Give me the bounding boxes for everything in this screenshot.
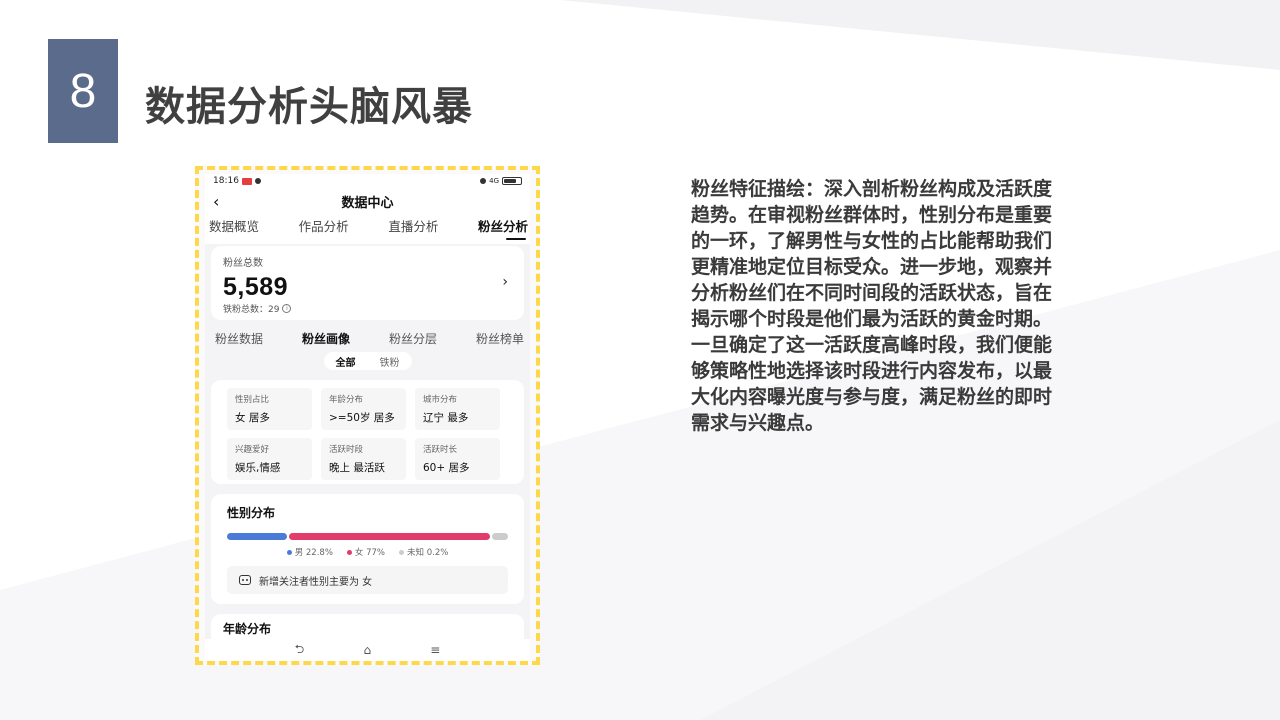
info-icon[interactable]: i: [282, 304, 292, 313]
notification-dot-icon: [254, 178, 261, 184]
segment-wrap: 全部 铁粉: [205, 352, 530, 370]
signal-icon: [480, 178, 487, 184]
tab-overview[interactable]: 数据概览: [209, 214, 259, 235]
gender-legend: 男 22.8% 女 77% 未知 0.2%: [227, 546, 508, 558]
profile-value: 晚上 最活跃: [329, 462, 385, 474]
robot-icon: [239, 575, 251, 585]
legend-male: 男 22.8%: [286, 546, 333, 558]
gender-card: 性别分布 男 22.8% 女 77% 未知 0.2% 新增关注者性别主要为 女: [211, 494, 524, 604]
profile-value: 辽宁 最多: [423, 412, 469, 424]
profile-label: 城市分布: [423, 395, 458, 405]
nav-bar: ‹ 数据中心: [205, 188, 530, 214]
legend-unknown: 未知 0.2%: [399, 546, 448, 558]
legend-female: 女 77%: [346, 546, 386, 558]
profile-label: 兴趣爱好: [235, 445, 270, 455]
fans-total-value: 5,589: [223, 273, 289, 301]
segment-all[interactable]: 全部: [328, 353, 364, 370]
female-dot-icon: [346, 549, 352, 555]
legend-male-label: 男 22.8%: [294, 548, 333, 558]
back-icon[interactable]: ‹: [213, 192, 219, 211]
sub-tabs: 粉丝数据 粉丝画像 粉丝分层 粉丝榜单: [205, 330, 530, 350]
profile-label: 活跃时段: [329, 445, 364, 455]
profile-cell: 兴趣爱好 娱乐,情感: [227, 438, 312, 480]
status-time: 18:16: [213, 176, 239, 186]
slide-number-badge: 8: [48, 39, 118, 143]
slide-title: 数据分析头脑风暴: [145, 84, 473, 130]
tab-fans[interactable]: 粉丝分析: [478, 214, 528, 240]
tab-live[interactable]: 直播分析: [388, 214, 438, 235]
system-home-icon[interactable]: ⌂: [363, 643, 371, 657]
profile-cell: 性别占比 女 居多: [227, 388, 312, 430]
profile-card: 性别占比 女 居多 年龄分布 >=50岁 居多 城市分布 辽宁 最多 兴趣爱好 …: [211, 380, 524, 484]
main-tabs: 数据概览 作品分析 直播分析 粉丝分析: [205, 214, 530, 244]
profile-value: 60+ 居多: [423, 462, 470, 474]
gender-bar: [227, 533, 508, 540]
chevron-right-icon[interactable]: ›: [502, 274, 508, 290]
profile-value: 女 居多: [235, 412, 270, 424]
phone-screenshot: 18:16 4G ‹ 数据中心 数据概览 作品分析 直播分析 粉丝分析 粉丝总数…: [205, 174, 530, 661]
subtab-fans-tiers[interactable]: 粉丝分层: [389, 330, 437, 350]
legend-female-label: 女 77%: [354, 548, 386, 558]
unknown-dot-icon: [399, 549, 405, 555]
gender-bar-male: [227, 533, 287, 540]
profile-cell: 活跃时长 60+ 居多: [415, 438, 500, 480]
iron-fans-label: 铁粉总数：29: [223, 305, 280, 315]
profile-grid: 性别占比 女 居多 年龄分布 >=50岁 居多 城市分布 辽宁 最多 兴趣爱好 …: [227, 388, 508, 480]
network-label: 4G: [489, 177, 499, 185]
system-nav-bar: ⮌ ⌂ ≡: [205, 639, 530, 661]
age-title: 年龄分布: [223, 622, 272, 636]
subtab-fans-data[interactable]: 粉丝数据: [215, 330, 263, 350]
body-paragraph: 粉丝特征描绘：深入剖析粉丝构成及活跃度趋势。在审视粉丝群体时，性别分布是重要的一…: [691, 178, 1053, 434]
profile-label: 活跃时长: [423, 445, 458, 455]
male-dot-icon: [286, 549, 292, 555]
nav-title: 数据中心: [341, 195, 394, 211]
legend-unknown-label: 未知 0.2%: [407, 548, 449, 558]
gender-bar-female: [288, 533, 491, 540]
gender-bar-unknown: [492, 533, 508, 540]
gender-note-text: 新增关注者性别主要为 女: [259, 576, 373, 588]
tab-works[interactable]: 作品分析: [299, 214, 349, 235]
fans-total-card[interactable]: 粉丝总数 5,589 铁粉总数：29 i ›: [211, 246, 524, 320]
profile-label: 年龄分布: [329, 395, 364, 405]
subtab-fans-ranking[interactable]: 粉丝榜单: [476, 330, 524, 350]
status-bar: 18:16 4G: [205, 174, 530, 188]
profile-label: 性别占比: [235, 395, 270, 405]
iron-fans-row: 铁粉总数：29 i: [223, 302, 512, 315]
segment-control: 全部 铁粉: [323, 352, 412, 370]
profile-value: 娱乐,情感: [235, 462, 281, 474]
system-back-icon[interactable]: ⮌: [295, 640, 305, 661]
profile-cell: 城市分布 辽宁 最多: [415, 388, 500, 430]
notification-icon: [241, 177, 252, 185]
gender-note: 新增关注者性别主要为 女: [227, 566, 508, 594]
profile-cell: 年龄分布 >=50岁 居多: [321, 388, 406, 430]
fans-total-label: 粉丝总数: [223, 258, 263, 269]
battery-icon: [502, 177, 522, 185]
profile-value: >=50岁 居多: [329, 412, 395, 424]
gender-title: 性别分布: [227, 506, 276, 520]
segment-iron-fans[interactable]: 铁粉: [372, 353, 408, 370]
profile-cell: 活跃时段 晚上 最活跃: [321, 438, 406, 480]
subtab-fans-profile[interactable]: 粉丝画像: [302, 330, 350, 350]
system-menu-icon[interactable]: ≡: [430, 643, 440, 657]
screenshot-frame: 18:16 4G ‹ 数据中心 数据概览 作品分析 直播分析 粉丝分析 粉丝总数…: [195, 166, 540, 665]
